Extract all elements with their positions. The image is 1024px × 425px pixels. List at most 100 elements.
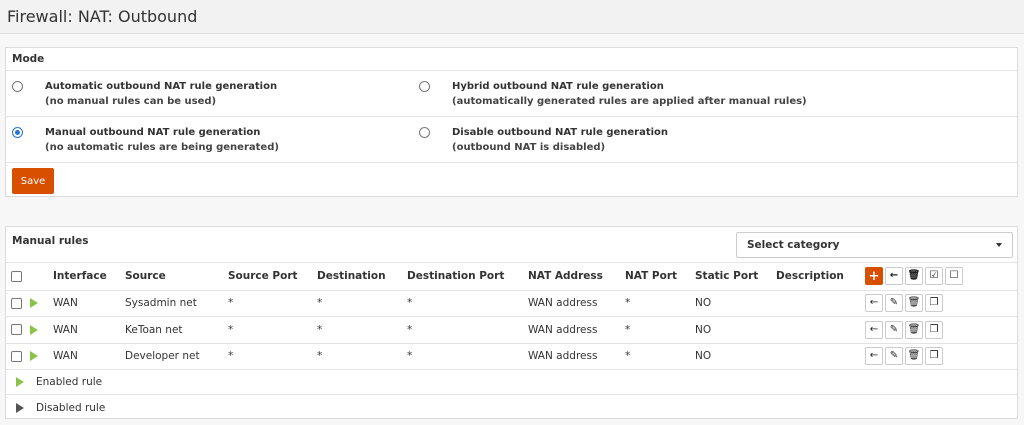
table-row: WAN Developer net * * * WAN address * NO… <box>6 343 1017 370</box>
edit-button[interactable]: ✎ <box>885 347 903 366</box>
cell-static-port: NO <box>695 290 776 317</box>
copy-button[interactable]: ❐ <box>925 320 943 339</box>
cell-source-port: * <box>228 290 317 317</box>
radio-automatic[interactable] <box>12 81 23 92</box>
col-nat-port: NAT Port <box>625 263 695 291</box>
cell-description <box>776 290 865 317</box>
row-checkbox[interactable] <box>11 324 22 336</box>
radio-hybrid[interactable] <box>419 81 430 92</box>
cell-description <box>776 316 865 344</box>
cell-nat-port: * <box>625 343 695 370</box>
col-interface: Interface <box>53 263 125 291</box>
mode-panel: Mode Automatic outbound NAT rule generat… <box>5 47 1018 197</box>
cell-static-port: NO <box>695 343 776 370</box>
col-source: Source <box>125 263 228 291</box>
pencil-icon: ✎ <box>889 297 899 309</box>
pencil-icon: ✎ <box>889 350 899 362</box>
plus-icon: + <box>868 268 880 284</box>
cell-description <box>776 343 865 370</box>
cell-nat-address: WAN address <box>528 343 625 370</box>
legend-enabled-label: Enabled rule <box>36 376 103 388</box>
trash-icon: 🗑︎ <box>907 323 921 335</box>
mode-option-automatic[interactable]: Automatic outbound NAT rule generation (… <box>12 79 277 109</box>
radio-manual[interactable] <box>12 127 23 138</box>
legend-enabled: Enabled rule <box>6 370 1017 395</box>
move-button[interactable]: ← <box>865 294 883 313</box>
mode-option-disable[interactable]: Disable outbound NAT rule generation (ou… <box>419 125 668 155</box>
col-destination-port: Destination Port <box>407 263 528 291</box>
col-source-port: Source Port <box>228 263 317 291</box>
cell-destination-port: * <box>407 343 528 370</box>
add-rule-button[interactable]: + <box>865 267 883 286</box>
move-selected-button[interactable]: ← <box>885 267 903 286</box>
option-subtitle: (no automatic rules are being generated) <box>45 142 279 153</box>
cell-source: KeToan net <box>125 316 228 344</box>
cell-interface: WAN <box>53 343 125 370</box>
play-icon[interactable] <box>30 298 38 309</box>
edit-button[interactable]: ✎ <box>885 320 903 339</box>
cell-static-port: NO <box>695 316 776 344</box>
table-row: WAN Sysadmin net * * * WAN address * NO … <box>6 290 1017 317</box>
radio-disable[interactable] <box>419 127 430 138</box>
col-destination: Destination <box>317 263 407 291</box>
cell-nat-port: * <box>625 290 695 317</box>
category-select-label: Select category <box>747 239 840 251</box>
copy-button[interactable]: ❐ <box>925 347 943 366</box>
option-title: Automatic outbound NAT rule generation <box>45 81 278 92</box>
copy-button[interactable]: ❐ <box>925 294 943 313</box>
cell-destination-port: * <box>407 316 528 344</box>
cell-destination: * <box>317 290 407 317</box>
copy-icon: ❐ <box>929 350 939 362</box>
option-subtitle: (no manual rules can be used) <box>45 96 217 107</box>
category-select[interactable]: Select category <box>736 232 1013 258</box>
caret-down-icon <box>996 243 1002 247</box>
cell-nat-address: WAN address <box>528 290 625 317</box>
move-button[interactable]: ← <box>865 347 883 366</box>
cell-destination: * <box>317 316 407 344</box>
col-static-port: Static Port <box>695 263 776 291</box>
rules-table: Interface Source Source Port Destination… <box>6 263 1017 370</box>
page-title: Firewall: NAT: Outbound <box>7 7 198 26</box>
rules-heading: Manual rules <box>12 235 89 247</box>
cell-destination: * <box>317 343 407 370</box>
option-title: Manual outbound NAT rule generation <box>45 127 261 138</box>
play-icon <box>16 377 24 387</box>
table-header-row: Interface Source Source Port Destination… <box>6 263 1017 291</box>
trash-icon: 🗑︎ <box>907 270 921 282</box>
play-icon[interactable] <box>30 351 38 362</box>
col-nat-address: NAT Address <box>528 263 625 291</box>
legend-disabled-label: Disabled rule <box>36 401 106 414</box>
save-button[interactable]: Save <box>12 168 54 194</box>
select-all-checkbox[interactable] <box>11 270 22 282</box>
play-icon[interactable] <box>30 324 38 335</box>
play-icon-disabled <box>16 402 24 413</box>
cell-interface: WAN <box>53 316 125 344</box>
mode-heading: Mode <box>6 48 1017 71</box>
disable-selected-button[interactable]: ☐ <box>945 267 963 286</box>
option-subtitle: (automatically generated rules are appli… <box>452 96 807 107</box>
mode-row-2: Manual outbound NAT rule generation (no … <box>6 117 1017 163</box>
delete-selected-button[interactable]: 🗑︎ <box>905 267 923 286</box>
cell-source: Sysadmin net <box>125 290 228 317</box>
move-button[interactable]: ← <box>865 320 883 339</box>
cell-source: Developer net <box>125 343 228 370</box>
edit-button[interactable]: ✎ <box>885 294 903 313</box>
delete-button[interactable]: 🗑︎ <box>905 294 923 313</box>
row-checkbox[interactable] <box>11 297 22 309</box>
delete-button[interactable]: 🗑︎ <box>905 320 923 339</box>
cell-destination-port: * <box>407 290 528 317</box>
mode-option-manual[interactable]: Manual outbound NAT rule generation (no … <box>12 125 279 155</box>
delete-button[interactable]: 🗑︎ <box>905 347 923 366</box>
cell-source-port: * <box>228 343 317 370</box>
trash-icon: 🗑︎ <box>907 350 921 362</box>
mode-option-hybrid[interactable]: Hybrid outbound NAT rule generation (aut… <box>419 79 807 109</box>
arrow-left-icon: ← <box>869 350 879 362</box>
enable-selected-button[interactable]: ☑ <box>925 267 943 286</box>
option-title: Disable outbound NAT rule generation <box>452 127 669 138</box>
row-checkbox[interactable] <box>11 350 22 362</box>
rules-panel: Manual rules Select category Interface S… <box>5 226 1018 419</box>
cell-nat-port: * <box>625 316 695 344</box>
option-title: Hybrid outbound NAT rule generation <box>452 81 664 92</box>
square-icon: ☐ <box>949 270 959 282</box>
check-square-icon: ☑ <box>929 270 939 282</box>
